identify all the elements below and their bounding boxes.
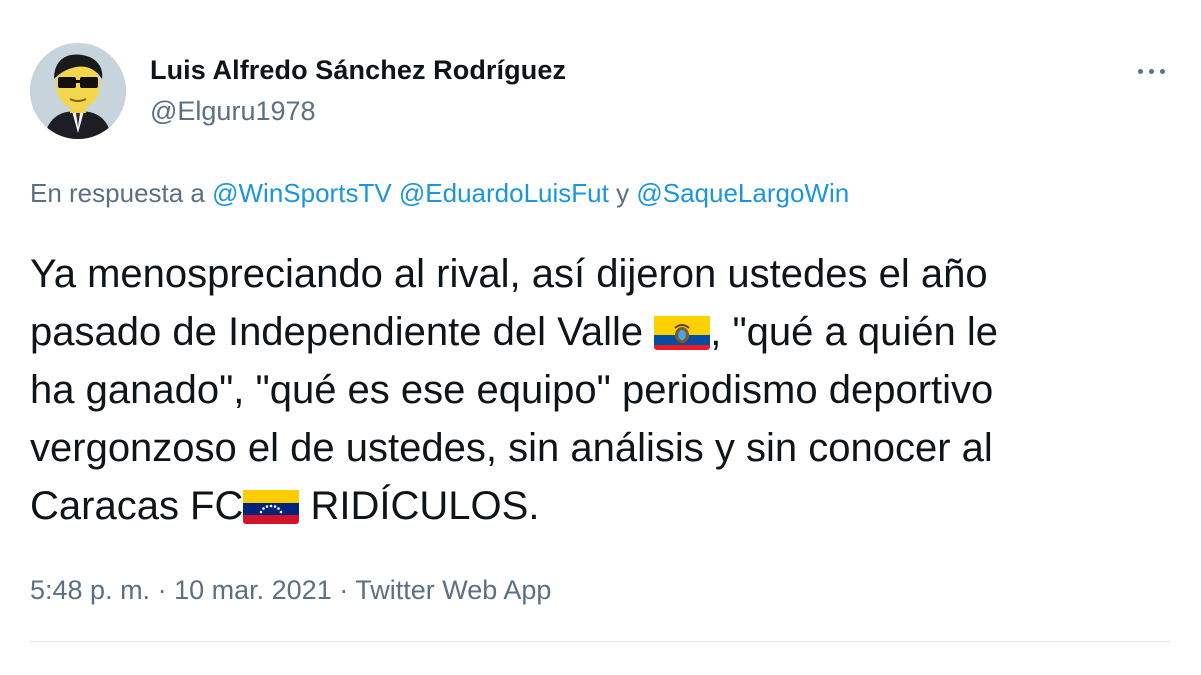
meta-separator: ·	[339, 575, 349, 605]
mention-link[interactable]: @SaqueLargoWin	[636, 178, 849, 208]
tweet-card: Luis Alfredo Sánchez Rodríguez @Elguru19…	[0, 0, 1201, 675]
reply-conjunction: y	[616, 178, 630, 208]
author-name[interactable]: Luis Alfredo Sánchez Rodríguez	[150, 55, 566, 86]
meta-separator: ·	[157, 575, 167, 605]
tweet-line: ha ganado", "qué es ese equipo" periodis…	[30, 368, 994, 412]
tweet-line: Ya menospreciando al rival, así dijeron …	[30, 252, 988, 296]
tweet-text-segment: RIDÍCULOS.	[299, 484, 540, 528]
tweet-source-link[interactable]: Twitter Web App	[355, 575, 551, 605]
more-options-icon[interactable]	[1133, 56, 1169, 86]
tweet-time-link[interactable]: 5:48 p. m.	[30, 575, 150, 605]
venezuela-flag-icon	[243, 486, 300, 524]
tweet-line: vergonzoso el de ustedes, sin análisis y…	[30, 426, 993, 470]
author-handle[interactable]: @Elguru1978	[150, 96, 316, 127]
mention-link[interactable]: @EduardoLuisFut	[399, 178, 609, 208]
avatar[interactable]	[30, 43, 126, 139]
tweet-text-segment: Caracas FC	[30, 484, 244, 528]
tweet-text: Ya menospreciando al rival, así dijeron …	[30, 245, 1180, 535]
ecuador-flag-icon	[654, 312, 711, 350]
tweet-text-segment: , "qué a quién le	[710, 310, 998, 354]
tweet-text-segment: pasado de Independiente del Valle	[30, 310, 644, 354]
tweet-meta: 5:48 p. m. · 10 mar. 2021 · Twitter Web …	[30, 575, 551, 606]
reply-context: En respuesta a @WinSportsTV @EduardoLuis…	[30, 178, 849, 209]
tweet-line: Caracas FC RIDÍCULOS.	[30, 477, 1180, 535]
divider	[30, 641, 1170, 642]
mention-link[interactable]: @WinSportsTV	[212, 178, 392, 208]
tweet-line: pasado de Independiente del Valle , "qué…	[30, 303, 1180, 361]
tweet-date-link[interactable]: 10 mar. 2021	[174, 575, 332, 605]
reply-prefix: En respuesta a	[30, 178, 205, 208]
